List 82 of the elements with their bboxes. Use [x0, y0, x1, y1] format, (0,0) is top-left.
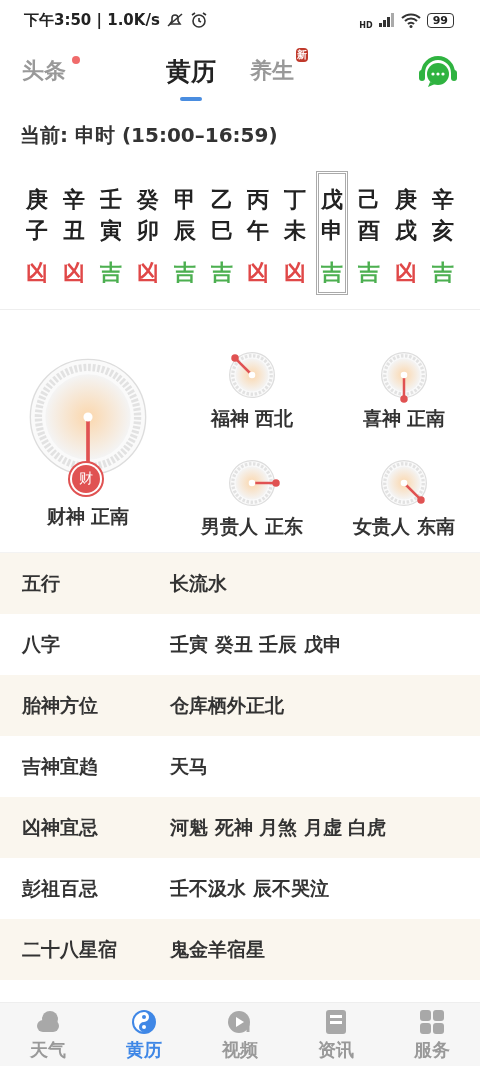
heavenly-stem: 癸	[136, 186, 159, 214]
detail-label: 八字	[22, 631, 61, 657]
grid-icon	[418, 1007, 446, 1036]
earthly-branch: 辰	[173, 217, 196, 245]
detail-value: 鬼金羊宿星	[170, 936, 265, 962]
new-badge: 新	[296, 48, 308, 62]
heavenly-stem: 己	[357, 186, 380, 214]
earthly-branch: 申	[321, 217, 344, 245]
earthly-branch: 酉	[357, 217, 380, 245]
status-time: 下午3:50 | 1.0K/s	[24, 10, 160, 30]
tab-underline	[180, 96, 202, 101]
hour-column[interactable]: 己 酉 吉	[352, 171, 386, 295]
signal-icon	[378, 13, 395, 27]
detail-value: 仓库栖外正北	[170, 692, 284, 718]
detail-value: 天马	[170, 753, 208, 779]
hour-column[interactable]: 丁 未 凶	[278, 171, 312, 295]
heavenly-stem: 壬	[100, 186, 123, 214]
heavenly-stem: 庚	[26, 186, 49, 214]
wifi-icon	[400, 12, 421, 28]
detail-label: 二十八星宿	[22, 936, 118, 962]
earthly-branch: 午	[247, 217, 270, 245]
heavenly-stem: 庚	[394, 186, 417, 214]
detail-label: 彭祖百忌	[22, 875, 99, 901]
luck-mark: 吉	[431, 259, 454, 287]
earthly-branch: 亥	[431, 217, 454, 245]
alarm-icon	[189, 11, 208, 29]
heavenly-stem: 辛	[63, 186, 86, 214]
battery-level: 99	[426, 12, 454, 28]
hour-column[interactable]: 庚 戌 凶	[389, 171, 423, 295]
luck-mark: 吉	[210, 259, 233, 287]
hour-column[interactable]: 庚 子 凶	[21, 171, 54, 295]
heavenly-stem: 甲	[173, 186, 196, 214]
detail-value: 壬寅 癸丑 壬辰 戊申	[170, 631, 342, 657]
wealth-badge: 财	[72, 465, 100, 493]
detail-value: 长流水	[170, 570, 227, 596]
detail-label: 五行	[22, 570, 61, 596]
muted-bell-icon	[165, 11, 184, 29]
earthly-branch: 卯	[136, 217, 159, 245]
hour-column[interactable]: 戊 申 吉	[315, 171, 349, 295]
detail-value: 壬不汲水 辰不哭泣	[170, 875, 329, 901]
header-tab[interactable]: 黄历	[166, 54, 216, 88]
detail-label: 胎神方位	[22, 692, 99, 718]
god-direction: 喜神 正南	[362, 406, 446, 431]
heavenly-stem: 辛	[431, 186, 454, 214]
hour-column[interactable]: 甲 辰 吉	[168, 171, 202, 295]
hour-column[interactable]: 乙 巳 吉	[205, 171, 238, 295]
detail-label: 凶神宜忌	[22, 814, 99, 840]
luck-mark: 凶	[284, 259, 307, 287]
luck-mark: 凶	[247, 259, 270, 287]
earthly-branch: 未	[284, 217, 307, 245]
hour-column[interactable]: 壬 寅 吉	[94, 171, 128, 295]
luck-mark: 凶	[26, 259, 49, 287]
earthly-branch: 巳	[210, 217, 233, 245]
heavenly-stem: 戊	[321, 186, 344, 214]
hour-column[interactable]: 辛 丑 凶	[57, 171, 91, 295]
god-direction: 女贵人 东南	[353, 514, 455, 539]
god-direction: 财神 正南	[46, 504, 130, 529]
luck-mark: 凶	[136, 259, 159, 287]
luck-mark: 凶	[63, 259, 86, 287]
luck-mark: 凶	[394, 259, 417, 287]
luck-mark: 吉	[100, 259, 123, 287]
heavenly-stem: 乙	[210, 186, 233, 214]
heavenly-stem: 丁	[284, 186, 307, 214]
earthly-branch: 戌	[394, 217, 417, 245]
hour-column[interactable]: 癸 卯 凶	[131, 171, 165, 295]
earthly-branch: 丑	[63, 217, 86, 245]
earthly-branch: 寅	[100, 217, 123, 245]
current-hour: 当前: 申时 (15:00–16:59)	[19, 122, 279, 149]
god-direction: 福神 西北	[210, 406, 294, 431]
hour-column[interactable]: 辛 亥 吉	[426, 171, 459, 295]
network-label: HD	[359, 20, 373, 30]
yin-yang-icon	[130, 1007, 158, 1036]
hour-column[interactable]: 丙 午 凶	[242, 171, 275, 295]
heavenly-stem: 丙	[247, 186, 270, 214]
detail-label: 吉神宜趋	[22, 753, 99, 779]
headset-chat-icon[interactable]	[418, 53, 458, 89]
luck-mark: 吉	[321, 259, 344, 287]
earthly-branch: 子	[26, 217, 49, 245]
luck-mark: 吉	[173, 259, 196, 287]
god-direction: 男贵人 正东	[201, 514, 303, 539]
luck-mark: 吉	[357, 259, 380, 287]
detail-value: 河魁 死神 月煞 月虚 白虎	[170, 814, 387, 840]
